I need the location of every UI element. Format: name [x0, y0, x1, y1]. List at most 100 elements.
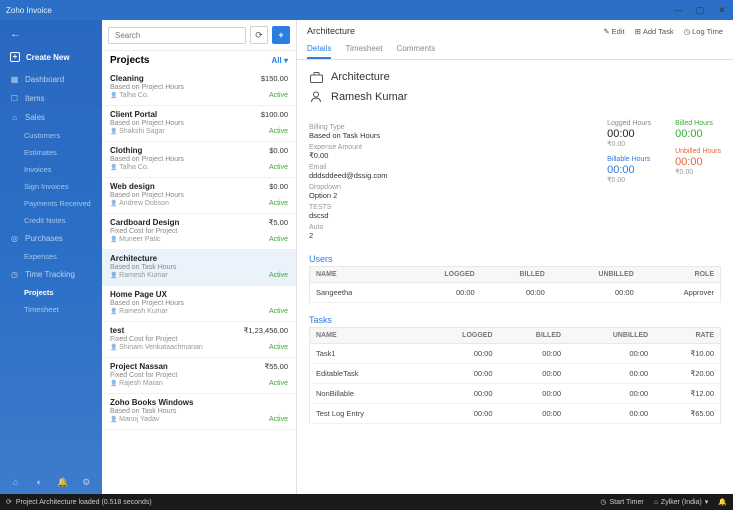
sidebar-item-label: Sales — [25, 113, 45, 122]
sidebar-item-sales[interactable]: ⌂ Sales — [0, 108, 102, 127]
cell: 00:00 — [499, 404, 568, 424]
customer-name: Ramesh Kumar — [331, 91, 407, 103]
project-status: Active — [269, 164, 288, 171]
cell: Approver — [640, 283, 721, 303]
project-amount: $150.00 — [261, 74, 288, 83]
project-name: Clothing — [110, 146, 142, 155]
project-row[interactable]: Zoho Books Windows Based on Task Hours M… — [102, 394, 296, 430]
project-client: Ramesh Kumar — [110, 308, 168, 315]
edit-button[interactable]: ✎ Edit — [603, 27, 624, 36]
bell-icon[interactable]: 🔔 — [55, 474, 71, 490]
project-amount: $0.00 — [269, 146, 288, 155]
cell: 00:00 — [421, 404, 499, 424]
project-status: Active — [269, 272, 288, 279]
start-timer-button[interactable]: ◷ Start Timer — [600, 498, 643, 506]
cell: Sangeetha — [310, 283, 402, 303]
tab-details[interactable]: Details — [307, 40, 331, 59]
project-row[interactable]: Home Page UX Based on Project Hours Rame… — [102, 286, 296, 322]
table-row[interactable]: EditableTask00:0000:0000:00₹20.00 — [310, 364, 721, 384]
project-billing-type: Based on Project Hours — [110, 120, 288, 127]
project-name: Architecture — [110, 254, 157, 263]
cell: ₹20.00 — [654, 364, 720, 384]
col-header: BILLED — [481, 267, 551, 283]
project-status: Active — [269, 92, 288, 99]
tasks-section-title: Tasks — [297, 311, 733, 327]
org-switcher[interactable]: ⌂ Zylker (India) ▾ — [654, 498, 709, 506]
briefcase-icon — [309, 70, 323, 84]
create-new-button[interactable]: + Create New — [0, 44, 102, 70]
table-row[interactable]: Test Log Entry00:0000:0000:00₹65.00 — [310, 404, 721, 424]
project-name: Cardboard Design — [110, 218, 179, 227]
detail-tabs: Details Timesheet Comments — [297, 40, 733, 60]
project-row[interactable]: Cardboard Design₹5.00 Fixed Cost for Pro… — [102, 214, 296, 250]
project-amount: $100.00 — [261, 110, 288, 119]
sidebar-sub-customers[interactable]: Customers — [0, 127, 102, 144]
cell: ₹10.00 — [654, 344, 720, 364]
sidebar-sub-credit-notes[interactable]: Credit Notes — [0, 212, 102, 229]
project-list[interactable]: Cleaning$150.00 Based on Project Hours T… — [102, 70, 296, 494]
project-status: Active — [269, 236, 288, 243]
table-row[interactable]: Task100:0000:0000:00₹10.00 — [310, 344, 721, 364]
project-row[interactable]: test₹1,23,456.00 Fixed Cost for Project … — [102, 322, 296, 358]
project-row[interactable]: Web design$0.00 Based on Project Hours A… — [102, 178, 296, 214]
sidebar-sub-expenses[interactable]: Expenses — [0, 248, 102, 265]
sidebar-sub-estimates[interactable]: Estimates — [0, 144, 102, 161]
refresh-button[interactable]: ⟳ — [250, 26, 268, 44]
cell: 00:00 — [567, 364, 654, 384]
sidebar-item-dashboard[interactable]: ▦ Dashboard — [0, 70, 102, 89]
back-button[interactable]: ← — [0, 24, 102, 44]
app-window: Zoho Invoice — ▢ ✕ ← + Create New ▦ Dash… — [0, 0, 733, 510]
project-row[interactable]: Client Portal $100.00 Based on Project Ho… — [102, 106, 296, 142]
cell: 00:00 — [567, 384, 654, 404]
sidebar-sub-invoices[interactable]: Invoices — [0, 161, 102, 178]
sidebar-item-purchases[interactable]: ◎ Purchases — [0, 229, 102, 248]
sidebar-item-items[interactable]: ☐ Items — [0, 89, 102, 108]
add-task-button[interactable]: ⊞ Add Task — [635, 27, 674, 36]
notification-icon[interactable]: 🔔 — [718, 498, 727, 506]
project-billing-type: Fixed Cost for Project — [110, 336, 288, 343]
home-icon[interactable]: ⌂ — [8, 474, 24, 490]
project-status: Active — [269, 380, 288, 387]
search-input[interactable] — [108, 27, 246, 44]
close-button[interactable]: ✕ — [717, 5, 727, 16]
cell: 00:00 — [401, 283, 481, 303]
project-billing-type: Based on Task Hours — [110, 264, 288, 271]
log-time-button[interactable]: ◷ Log Time — [684, 27, 723, 36]
gear-icon[interactable]: ⚙ — [78, 474, 94, 490]
cell: 00:00 — [421, 384, 499, 404]
col-header: RATE — [654, 328, 720, 344]
cell: 00:00 — [499, 344, 568, 364]
maximize-button[interactable]: ▢ — [695, 5, 705, 16]
col-header: NAME — [310, 328, 421, 344]
table-row[interactable]: Sangeetha00:0000:0000:00Approver — [310, 283, 721, 303]
sidebar-item-timetracking[interactable]: ◷ Time Tracking — [0, 265, 102, 284]
sidebar: ← + Create New ▦ Dashboard ☐ Items ⌂ Sal… — [0, 20, 102, 494]
sidebar-sub-sign-invoices[interactable]: Sign Invoices — [0, 178, 102, 195]
field-label: Expense Amount — [309, 144, 599, 151]
field-label: Auto — [309, 224, 599, 231]
sidebar-sub-projects[interactable]: Projects — [0, 284, 102, 301]
cell: ₹65.00 — [654, 404, 720, 424]
col-header: LOGGED — [401, 267, 481, 283]
filter-all-dropdown[interactable]: All ▾ — [272, 56, 288, 65]
project-client: Shinam Venkataachmanan — [110, 344, 203, 351]
tab-comments[interactable]: Comments — [397, 40, 436, 59]
project-name: Zoho Books Windows — [110, 398, 193, 407]
col-header: UNBILLED — [551, 267, 640, 283]
project-name: Client Portal — [110, 110, 157, 119]
table-row[interactable]: NonBillable00:0000:0000:00₹12.00 — [310, 384, 721, 404]
project-amount: ₹1,23,456.00 — [244, 326, 288, 335]
user-icon[interactable]: ◐ — [31, 474, 47, 490]
project-row[interactable]: Clothing$0.00 Based on Project Hours Tal… — [102, 142, 296, 178]
sidebar-sub-payments-received[interactable]: Payments Received — [0, 195, 102, 212]
project-status: Active — [269, 308, 288, 315]
tab-timesheet[interactable]: Timesheet — [345, 40, 382, 59]
add-project-button[interactable]: + — [272, 26, 290, 44]
sidebar-sub-timesheet[interactable]: Timesheet — [0, 301, 102, 318]
project-row[interactable]: Architecture Based on Task Hours Ramesh … — [102, 250, 296, 286]
project-row[interactable]: Cleaning$150.00 Based on Project Hours T… — [102, 70, 296, 106]
field-label: Dropdown — [309, 184, 599, 191]
minimize-button[interactable]: — — [673, 5, 683, 16]
project-row[interactable]: Project Nassan₹55.00 Fixed Cost for Proj… — [102, 358, 296, 394]
field-label: Email — [309, 164, 599, 171]
